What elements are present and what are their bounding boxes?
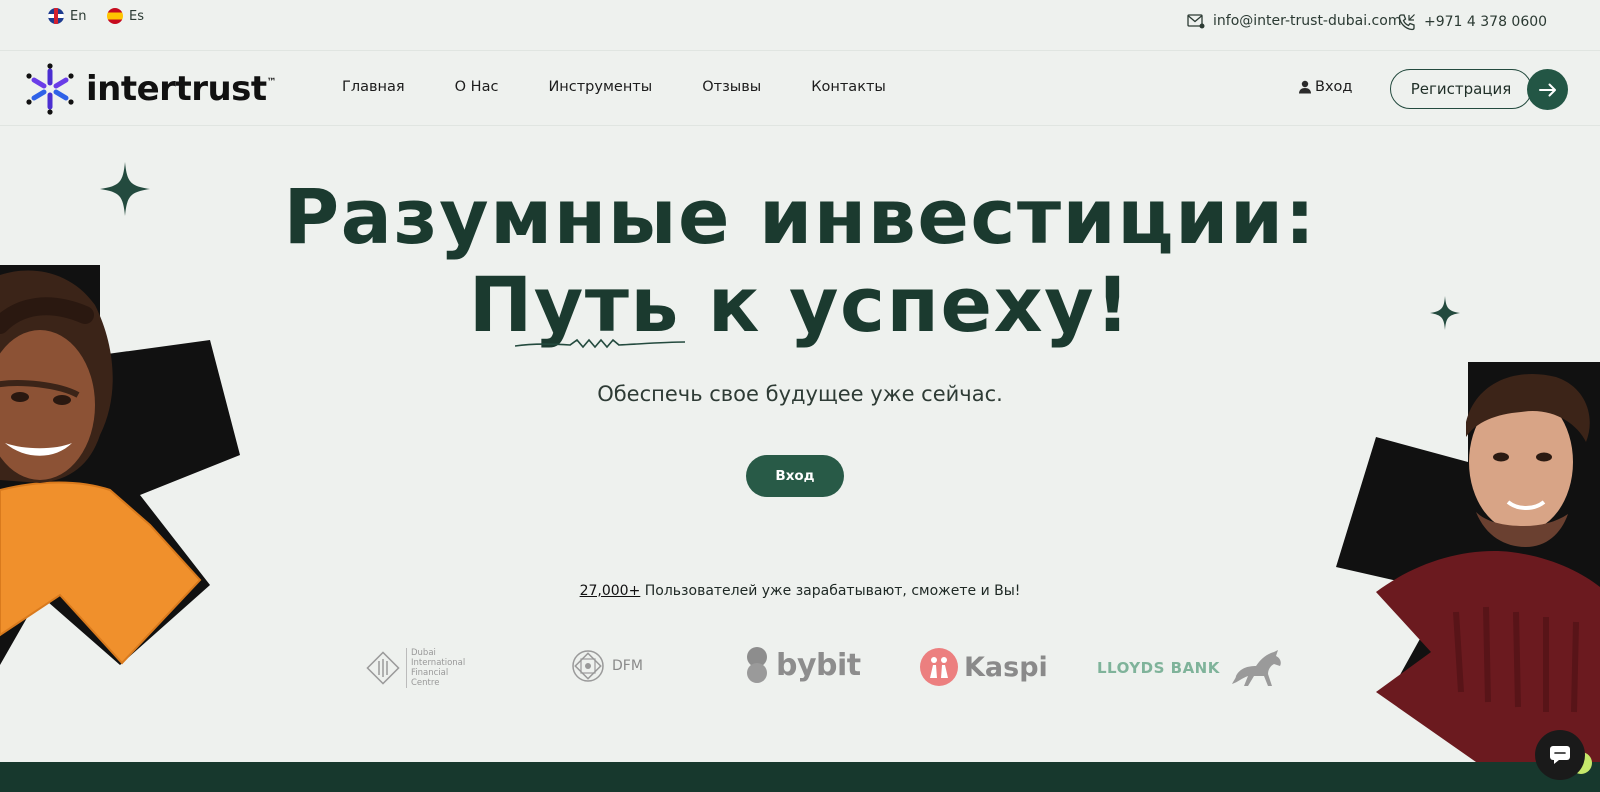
users-count: 27,000+ [579, 583, 641, 599]
nav-link-home[interactable]: Главная [342, 79, 405, 95]
email-link[interactable]: info@inter-trust-dubai.com [1187, 13, 1401, 29]
kaspi-logo-icon [920, 648, 958, 686]
bybit-name: bybit [776, 647, 861, 683]
nav-link-tools[interactable]: Инструменты [548, 79, 652, 95]
phone-text: +971 4 378 0600 [1424, 14, 1548, 30]
login-label: Вход [1315, 79, 1353, 95]
email-text: info@inter-trust-dubai.com [1213, 13, 1402, 29]
brand-logo[interactable]: intertrust™ [24, 63, 277, 115]
hero-title-line2: Путь к успеху! [468, 260, 1132, 349]
partner-lloyds: LLOYDS BANK [1097, 648, 1288, 688]
difc-name: Dubai International Financial Centre [406, 648, 468, 688]
footer-bar [0, 762, 1600, 792]
nav-link-about[interactable]: О Нас [455, 79, 499, 95]
lloyds-name: LLOYDS BANK [1097, 659, 1220, 677]
phone-icon [1398, 14, 1415, 31]
main-nav: Главная О Нас Инструменты Отзывы Контакт… [342, 79, 886, 95]
bybit-logo-icon [747, 647, 767, 683]
register-button[interactable]: Регистрация [1390, 69, 1532, 109]
chat-bubble-icon [1550, 746, 1570, 764]
language-es[interactable]: Es [107, 8, 144, 24]
language-en-label: En [70, 8, 87, 24]
brand-name: intertrust™ [86, 69, 277, 109]
spain-flag-icon [107, 8, 123, 24]
nav-link-reviews[interactable]: Отзывы [702, 79, 761, 95]
page: En Es info@inter-trust-dubai.com +971 4 … [0, 0, 1600, 792]
language-en[interactable]: En [48, 8, 86, 24]
woman-photo [0, 265, 240, 665]
intertrust-logo-icon [26, 63, 74, 115]
partner-bybit: bybit [744, 646, 861, 684]
kaspi-name: Kaspi [964, 651, 1048, 683]
mail-icon [1187, 14, 1205, 29]
man-photo [1336, 362, 1600, 762]
user-icon [1299, 80, 1311, 94]
difc-logo-icon [366, 651, 400, 685]
chat-button[interactable] [1535, 730, 1585, 780]
users-count-caption: Пользователей уже зарабатывают, сможете … [640, 583, 1021, 599]
horse-logo-icon [1231, 650, 1281, 686]
phone-link[interactable]: +971 4 378 0600 [1398, 13, 1547, 31]
partner-dfm: DFM [570, 648, 643, 684]
nav-link-contacts[interactable]: Контакты [811, 79, 886, 95]
partner-difc: Dubai International Financial Centre [366, 648, 468, 688]
top-bar: En Es info@inter-trust-dubai.com +971 4 … [0, 0, 1600, 50]
arrow-right-icon [1538, 83, 1556, 96]
dfm-logo-icon [572, 650, 604, 682]
dfm-name: DFM [612, 658, 643, 674]
uk-flag-icon [48, 8, 64, 24]
register-arrow-button[interactable] [1527, 69, 1568, 110]
navbar: intertrust™ Главная О Нас Инструменты От… [0, 50, 1600, 126]
partner-kaspi: Kaspi [920, 648, 1048, 686]
hero-login-button[interactable]: Вход [746, 455, 844, 497]
login-link[interactable]: Вход [1298, 79, 1352, 95]
hero-title-line1: Разумные инвестиции: [283, 172, 1317, 261]
squiggle-underline-icon [515, 338, 685, 349]
language-es-label: Es [129, 8, 144, 24]
